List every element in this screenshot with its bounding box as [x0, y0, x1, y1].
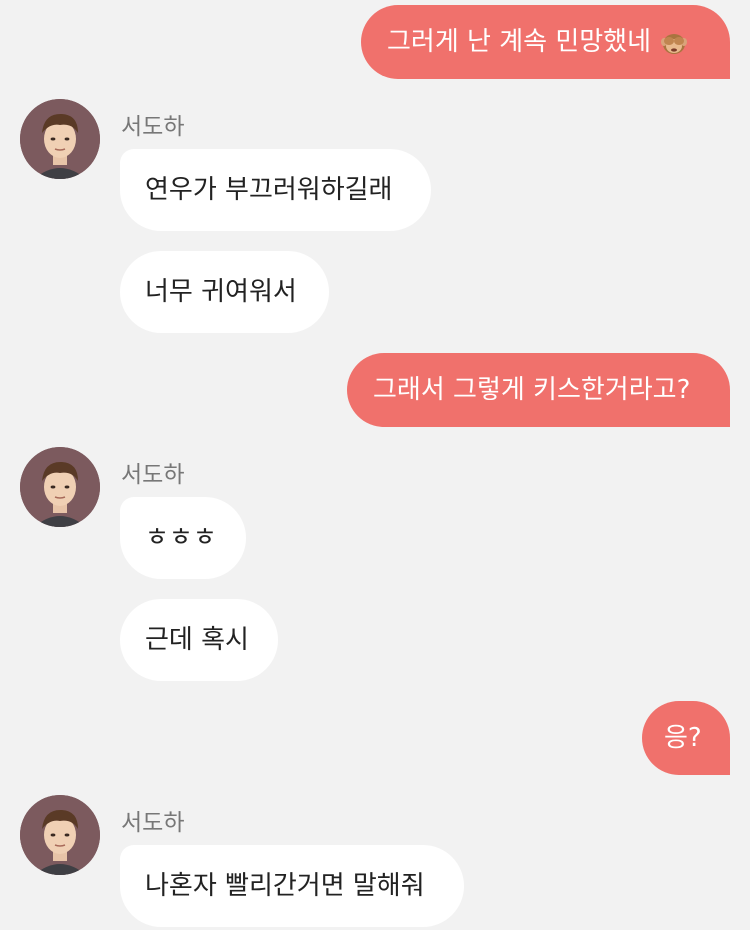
- incoming-message-bubble[interactable]: 너무 귀여워서: [120, 251, 329, 333]
- incoming-message-bubble[interactable]: 근데 혹시: [120, 599, 278, 681]
- incoming-message-bubble[interactable]: ㅎㅎㅎ: [120, 497, 246, 579]
- message-text: 그래서 그렇게 키스한거라고?: [373, 375, 691, 405]
- see-no-evil-monkey-icon: [659, 27, 689, 57]
- outgoing-message-bubble[interactable]: 그래서 그렇게 키스한거라고?: [347, 353, 730, 427]
- outgoing-message-bubble[interactable]: 응?: [642, 701, 730, 775]
- outgoing-message-bubble[interactable]: 그러게 난 계속 민망했네: [361, 5, 730, 79]
- message-text: ㅎㅎㅎ: [145, 523, 217, 553]
- message-text: 연우가 부끄러워하길래: [145, 175, 393, 205]
- sender-name: 서도하: [121, 114, 185, 140]
- sender-name: 서도하: [121, 810, 185, 836]
- message-text: 나혼자 빨리간거면 말해줘: [145, 871, 425, 901]
- sender-name: 서도하: [121, 462, 185, 488]
- contact-avatar[interactable]: [20, 795, 100, 875]
- message-text: 근데 혹시: [145, 625, 249, 655]
- incoming-message-bubble[interactable]: 나혼자 빨리간거면 말해줘: [120, 845, 464, 927]
- incoming-message-bubble[interactable]: 연우가 부끄러워하길래: [120, 149, 431, 231]
- contact-avatar[interactable]: [20, 447, 100, 527]
- contact-avatar[interactable]: [20, 99, 100, 179]
- message-text: 그러게 난 계속 민망했네: [387, 27, 651, 57]
- message-text: 너무 귀여워서: [145, 277, 297, 307]
- message-text: 응?: [664, 723, 702, 753]
